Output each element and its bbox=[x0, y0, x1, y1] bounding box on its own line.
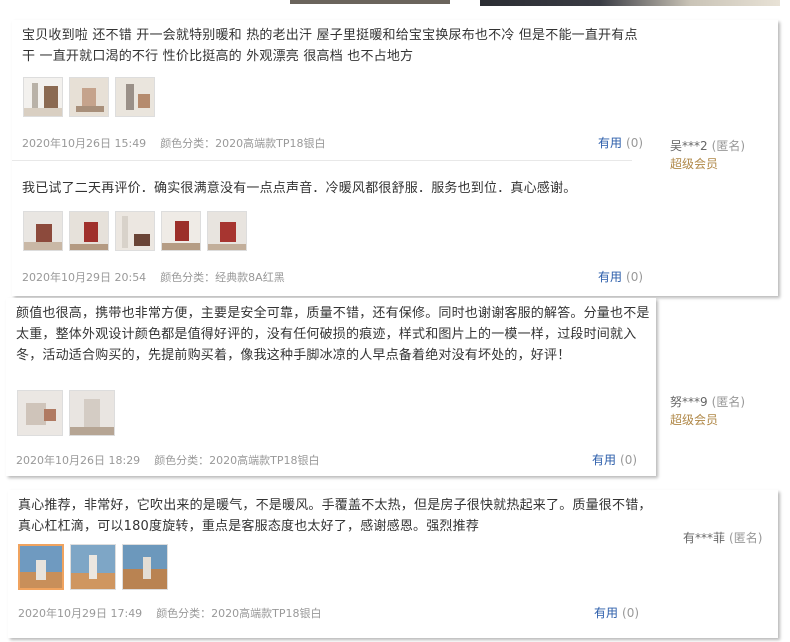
review-card: 真心推荐，非常好，它吹出来的是暖气，不是暖风。手覆盖不太热，但是房子很快就热起来… bbox=[8, 490, 778, 638]
review-date: 2020年10月29日 17:49 bbox=[18, 607, 143, 620]
reviewer-username: 有***菲 bbox=[683, 531, 726, 545]
review-card: 颜值也很高，携带也非常方便，主要是安全可靠，质量不错，还有保修。同时也谢谢客服的… bbox=[6, 298, 656, 476]
useful-count: (0) bbox=[626, 136, 644, 150]
product-banner-image bbox=[290, 0, 450, 4]
review-meta: 2020年10月26日 18:29 颜色分类：2020高端款TP18银白 bbox=[16, 452, 320, 468]
review-divider bbox=[12, 160, 632, 161]
review-card: 宝贝收到啦 还不错 开一会就特别暖和 热的老出汗 屋子里挺暖和给宝宝换尿布也不冷… bbox=[12, 20, 778, 296]
review-meta: 2020年10月29日 17:49 颜色分类：2020高端款TP18银白 bbox=[18, 605, 322, 621]
review-meta: 2020年10月26日 15:49 颜色分类：2020高端款TP18银白 bbox=[22, 135, 326, 151]
anonymous-tag: (匿名) bbox=[711, 139, 746, 153]
review-image-thumbnail[interactable] bbox=[23, 77, 63, 117]
review-sku: 颜色分类：2020高端款TP18银白 bbox=[160, 137, 326, 150]
review-text: 颜值也很高，携带也非常方便，主要是安全可靠，质量不错，还有保修。同时也谢谢客服的… bbox=[16, 306, 650, 363]
review-image-thumbnail[interactable] bbox=[18, 544, 64, 590]
reviewer-name: 有***菲 (匿名) bbox=[683, 529, 762, 546]
useful-link[interactable]: 有用 bbox=[594, 606, 618, 620]
review-image-thumbnail[interactable] bbox=[17, 390, 63, 436]
useful-control: 有用 (0) bbox=[592, 451, 637, 468]
review-sku: 颜色分类：2020高端款TP18银白 bbox=[156, 607, 322, 620]
review-image-thumbnail[interactable] bbox=[69, 390, 115, 436]
review-date: 2020年10月26日 18:29 bbox=[16, 454, 141, 467]
top-image-strip bbox=[0, 0, 790, 8]
review-image-thumbnail[interactable] bbox=[23, 211, 63, 251]
reviewer-name: 努***9 (匿名) bbox=[670, 393, 745, 410]
review-images bbox=[18, 544, 174, 590]
reviewer-username: 吴***2 bbox=[670, 139, 708, 153]
review-text: 真心推荐，非常好，它吹出来的是暖气，不是暖风。手覆盖不太热，但是房子很快就热起来… bbox=[18, 498, 652, 534]
useful-link[interactable]: 有用 bbox=[598, 136, 622, 150]
useful-link[interactable]: 有用 bbox=[598, 270, 622, 284]
membership-level: 超级会员 bbox=[670, 157, 719, 171]
useful-link[interactable]: 有用 bbox=[592, 453, 616, 467]
review-text: 我已试了二天再评价．确实很满意没有一点点声音．冷暖风都很舒服．服务也到位．真心感… bbox=[22, 181, 577, 196]
review-images bbox=[23, 211, 253, 251]
review-image-thumbnail[interactable] bbox=[122, 544, 168, 590]
review-date: 2020年10月26日 15:49 bbox=[22, 137, 147, 150]
review-image-thumbnail[interactable] bbox=[115, 211, 155, 251]
useful-count: (0) bbox=[620, 453, 638, 467]
review-image-thumbnail[interactable] bbox=[161, 211, 201, 251]
anonymous-tag: (匿名) bbox=[729, 531, 763, 545]
review-image-thumbnail[interactable] bbox=[207, 211, 247, 251]
useful-count: (0) bbox=[622, 606, 640, 620]
review-image-thumbnail[interactable] bbox=[115, 77, 155, 117]
useful-control: 有用 (0) bbox=[598, 134, 643, 151]
product-banner-image bbox=[480, 0, 780, 6]
review-meta: 2020年10月29日 20:54 颜色分类：经典款8A红黑 bbox=[22, 269, 285, 285]
reviewer-name: 吴***2 (匿名) bbox=[670, 137, 745, 154]
review-sku: 颜色分类：2020高端款TP18银白 bbox=[154, 454, 320, 467]
review-text: 宝贝收到啦 还不错 开一会就特别暖和 热的老出汗 屋子里挺暖和给宝宝换尿布也不冷… bbox=[22, 28, 638, 64]
anonymous-tag: (匿名) bbox=[711, 395, 746, 409]
review-date: 2020年10月29日 20:54 bbox=[22, 271, 147, 284]
useful-control: 有用 (0) bbox=[594, 604, 639, 621]
reviewer-username: 努***9 bbox=[670, 395, 708, 409]
membership-level: 超级会员 bbox=[670, 413, 719, 427]
review-images bbox=[23, 77, 161, 117]
review-image-thumbnail[interactable] bbox=[69, 211, 109, 251]
review-sku: 颜色分类：经典款8A红黑 bbox=[160, 271, 285, 284]
review-image-thumbnail[interactable] bbox=[69, 77, 109, 117]
review-images bbox=[17, 390, 121, 436]
useful-count: (0) bbox=[626, 270, 644, 284]
useful-control: 有用 (0) bbox=[598, 268, 643, 285]
review-image-thumbnail[interactable] bbox=[70, 544, 116, 590]
